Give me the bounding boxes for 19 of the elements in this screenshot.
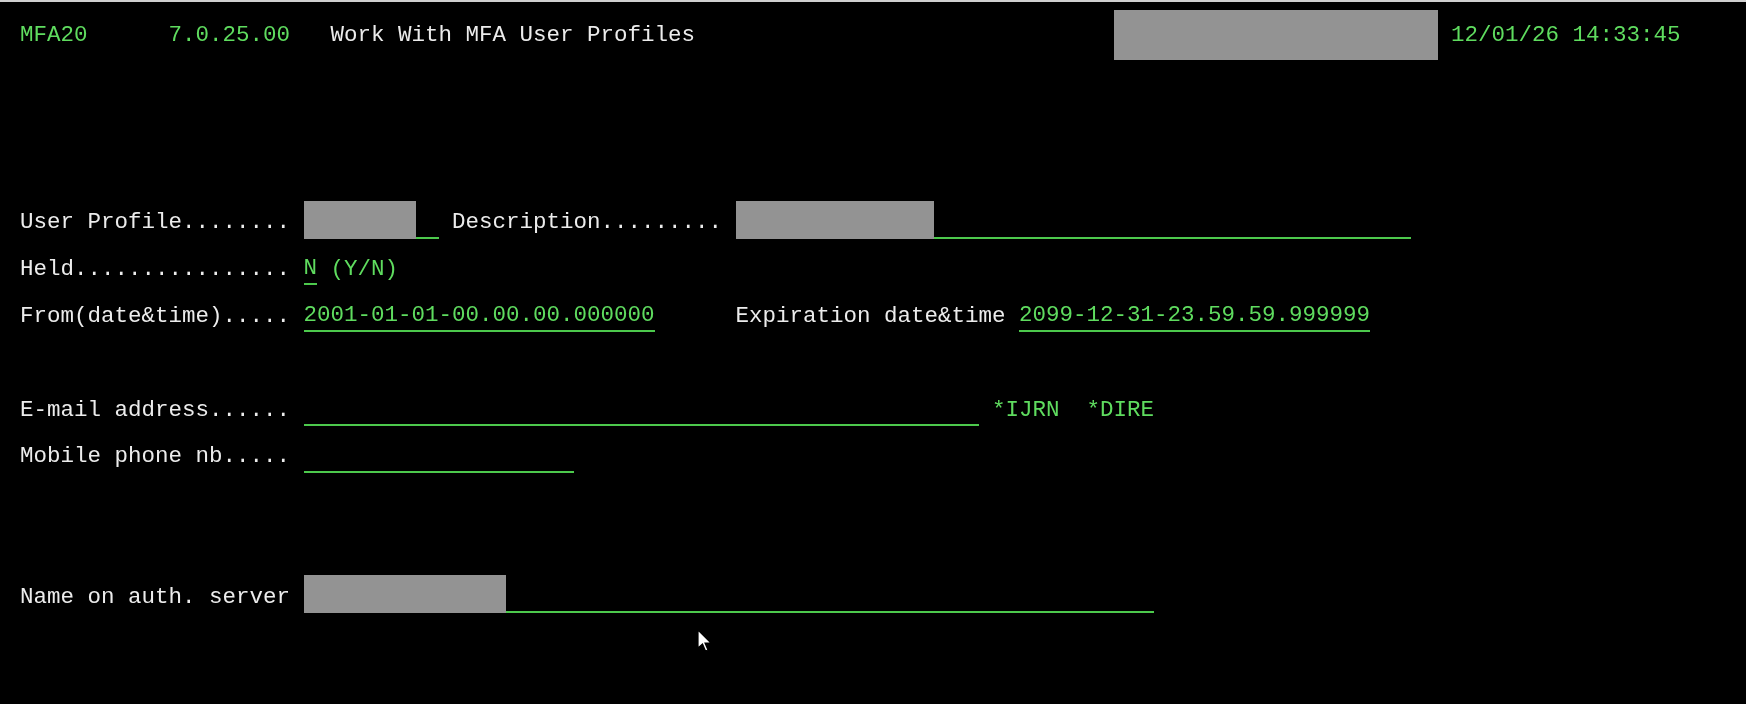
field-label: Name on auth. server — [20, 585, 290, 609]
field-hint: (Y/N) — [330, 258, 398, 281]
field-label: User Profile........ — [20, 211, 290, 234]
mouse-pointer-icon — [697, 629, 713, 653]
field-label: E-mail address...... — [20, 398, 290, 421]
screen-title: Work With MFA User Profiles — [330, 24, 695, 47]
input-field[interactable]: N — [303, 253, 317, 286]
flag-label: *DIRE — [1086, 398, 1154, 421]
input-field[interactable]: 2001-01-01-00.00.00.000000 — [303, 300, 655, 333]
field-label: Held................ — [20, 258, 290, 281]
date-time: 12/01/26 14:33:45 — [1451, 24, 1681, 47]
input-field[interactable]: 2099-12-31-23.59.59.999999 — [1019, 300, 1370, 333]
field-label: Mobile phone nb..... — [20, 445, 290, 468]
flag-label: *IJRN — [992, 398, 1060, 421]
field-label: Expiration date&time — [735, 304, 1006, 328]
field-label: Description......... — [452, 211, 722, 234]
field-label: From(date&time)..... — [20, 304, 290, 328]
version-number: 7.0.25.00 — [168, 24, 290, 47]
program-name: MFA20 — [20, 24, 88, 47]
